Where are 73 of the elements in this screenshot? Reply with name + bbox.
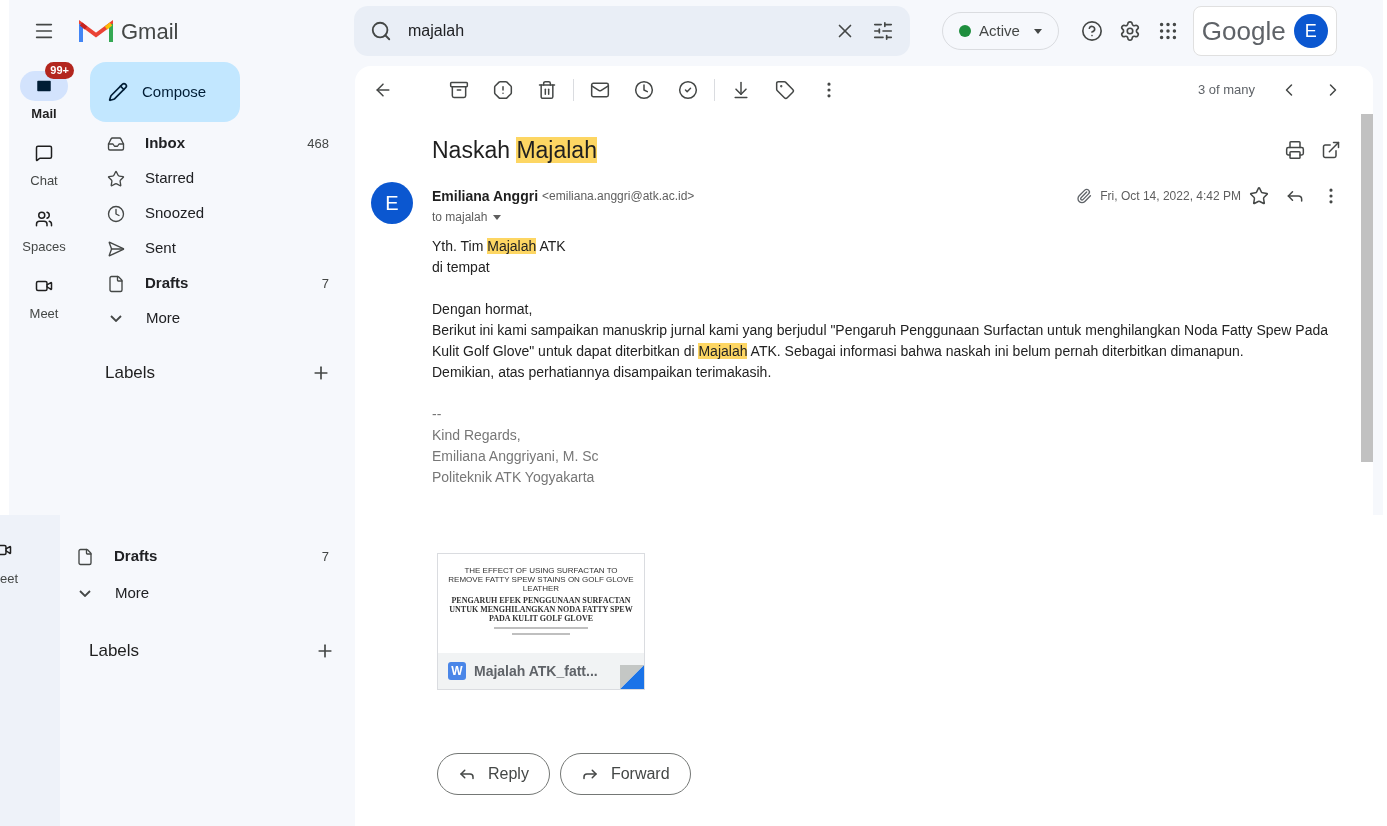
spaces-icon: [35, 210, 53, 228]
body-text: Yth. Tim Majalah ATK: [432, 237, 567, 256]
folder-label: Starred: [145, 168, 195, 189]
rail-item[interactable]: Spaces: [14, 195, 74, 257]
folder-label: More: [115, 583, 150, 604]
search-value: majalah: [408, 21, 465, 41]
labels-heading: Labels: [89, 640, 140, 662]
body-text: di tempat: [432, 258, 491, 277]
folder-label: Snoozed: [145, 203, 205, 224]
corner-fold-icon: [620, 665, 644, 689]
sender-address: <emiliana.anggri@atk.ac.id>: [542, 188, 695, 205]
attachment-filename: Majalah ATK_fatt...: [474, 661, 598, 681]
folder-count: 468: [307, 134, 329, 153]
preview-title: THE EFFECT OF USING SURFACTAN TO REMOVE FATTY SPEW STAINS ON GOLF GLOVE LEATHER: [447, 566, 635, 593]
signature-line: Kind Regards,: [432, 426, 522, 445]
caret-icon: [493, 214, 502, 220]
chevron-down-icon: [110, 315, 122, 322]
chevron-down-icon: [79, 590, 91, 597]
word-file-icon: W: [448, 662, 466, 680]
pagination-text: 3 of many: [1197, 81, 1255, 100]
logo-icon: [79, 18, 113, 44]
search-field[interactable]: majalah: [354, 6, 910, 56]
folder-label: Drafts: [145, 273, 189, 294]
signature-line: --: [432, 405, 443, 424]
rail-item[interactable]: Meet: [14, 261, 74, 323]
account-chip[interactable]: Google E: [1192, 6, 1337, 56]
scrollbar-thumb[interactable]: [1361, 114, 1373, 462]
caret-icon: [1033, 28, 1042, 34]
folder-item[interactable]: Starred: [79, 161, 355, 196]
drafts-icon: [107, 274, 125, 293]
folder-item[interactable]: Inbox 468: [79, 126, 355, 161]
folder-item[interactable]: Drafts 7: [48, 539, 355, 574]
signature-line: Emiliana Anggriyani, M. Sc: [432, 447, 600, 466]
folder-item[interactable]: Drafts 7: [79, 266, 355, 301]
email-date: Fri, Oct 14, 2022, 4:42 PM: [1100, 188, 1241, 205]
rail-item[interactable]: Mail 99+: [14, 62, 74, 124]
unread-badge: 99+: [45, 62, 74, 79]
mail-icon: [35, 77, 53, 95]
clock-icon: [107, 204, 125, 223]
email-subject: Naskah Majalah: [432, 135, 597, 165]
signature-line: Politeknik ATK Yogyakarta: [432, 468, 596, 487]
star-icon: [107, 169, 125, 188]
body-text: Berikut ini kami sampaikan manuskrip jurnal kami yang berjudul "Pengaruh Penggunaan Surfactan untuk menghilangkan Noda Fatty Spew Pada Kulit Golf Glove" untuk dapat diterbitkan di Majalah ATK. Sebagai informasi bahwa naskah ini belum pernah diterbitkan dimanapun.: [432, 321, 1330, 361]
folder-item[interactable]: More: [79, 301, 355, 336]
body-text: Demikian, atas perhatiannya disampaikan terimakasih.: [432, 363, 773, 382]
folder-label: More: [146, 308, 181, 329]
folder-item[interactable]: Sent: [79, 231, 355, 266]
folder-label: Inbox: [145, 133, 185, 154]
rail-label: eet: [0, 570, 19, 588]
folder-count: 7: [321, 547, 329, 566]
compose-button[interactable]: Compose: [90, 62, 240, 122]
search-icon: [370, 20, 392, 42]
sender-avatar: E: [371, 182, 413, 224]
pencil-icon: [108, 82, 128, 102]
paperclip-icon: [1076, 188, 1093, 204]
rail-item[interactable]: Chat: [14, 128, 74, 190]
recipient-text[interactable]: to majalah: [432, 208, 488, 226]
folder-label: Sent: [145, 238, 176, 259]
body-text: Dengan hormat,: [432, 300, 534, 319]
app-name: Gmail: [121, 17, 179, 46]
folder-item[interactable]: More: [48, 576, 355, 611]
folder-item[interactable]: Snoozed: [79, 196, 355, 231]
chat-icon: [35, 143, 53, 162]
folder-label: Drafts: [114, 546, 158, 567]
sender-name: Emiliana Anggri: [432, 186, 539, 206]
preview-subtitle: PENGARUH EFEK PENGGUNAAN SURFACTAN UNTUK MENGHILANGKAN NODA FATTY SPEW PADA KULIT GOLF GLOVE: [448, 596, 634, 623]
folder-count: 7: [321, 274, 329, 293]
inbox-icon: [107, 134, 125, 153]
attachment-card[interactable]: THE EFFECT OF USING SURFACTAN TO REMOVE FATTY SPEW STAINS ON GOLF GLOVE LEATHER PENGARUH EFEK PENGGUNAAN SURFACTAN UNTUK MENGHILANGKAN NODA FATTY SPEW PADA KULIT GOLF GLOVE W Majalah ATK_fatt...: [437, 553, 645, 690]
avatar[interactable]: E: [1293, 14, 1328, 48]
labels-heading: Labels: [105, 362, 156, 384]
drafts-icon: [76, 547, 94, 566]
sent-icon: [107, 239, 125, 258]
